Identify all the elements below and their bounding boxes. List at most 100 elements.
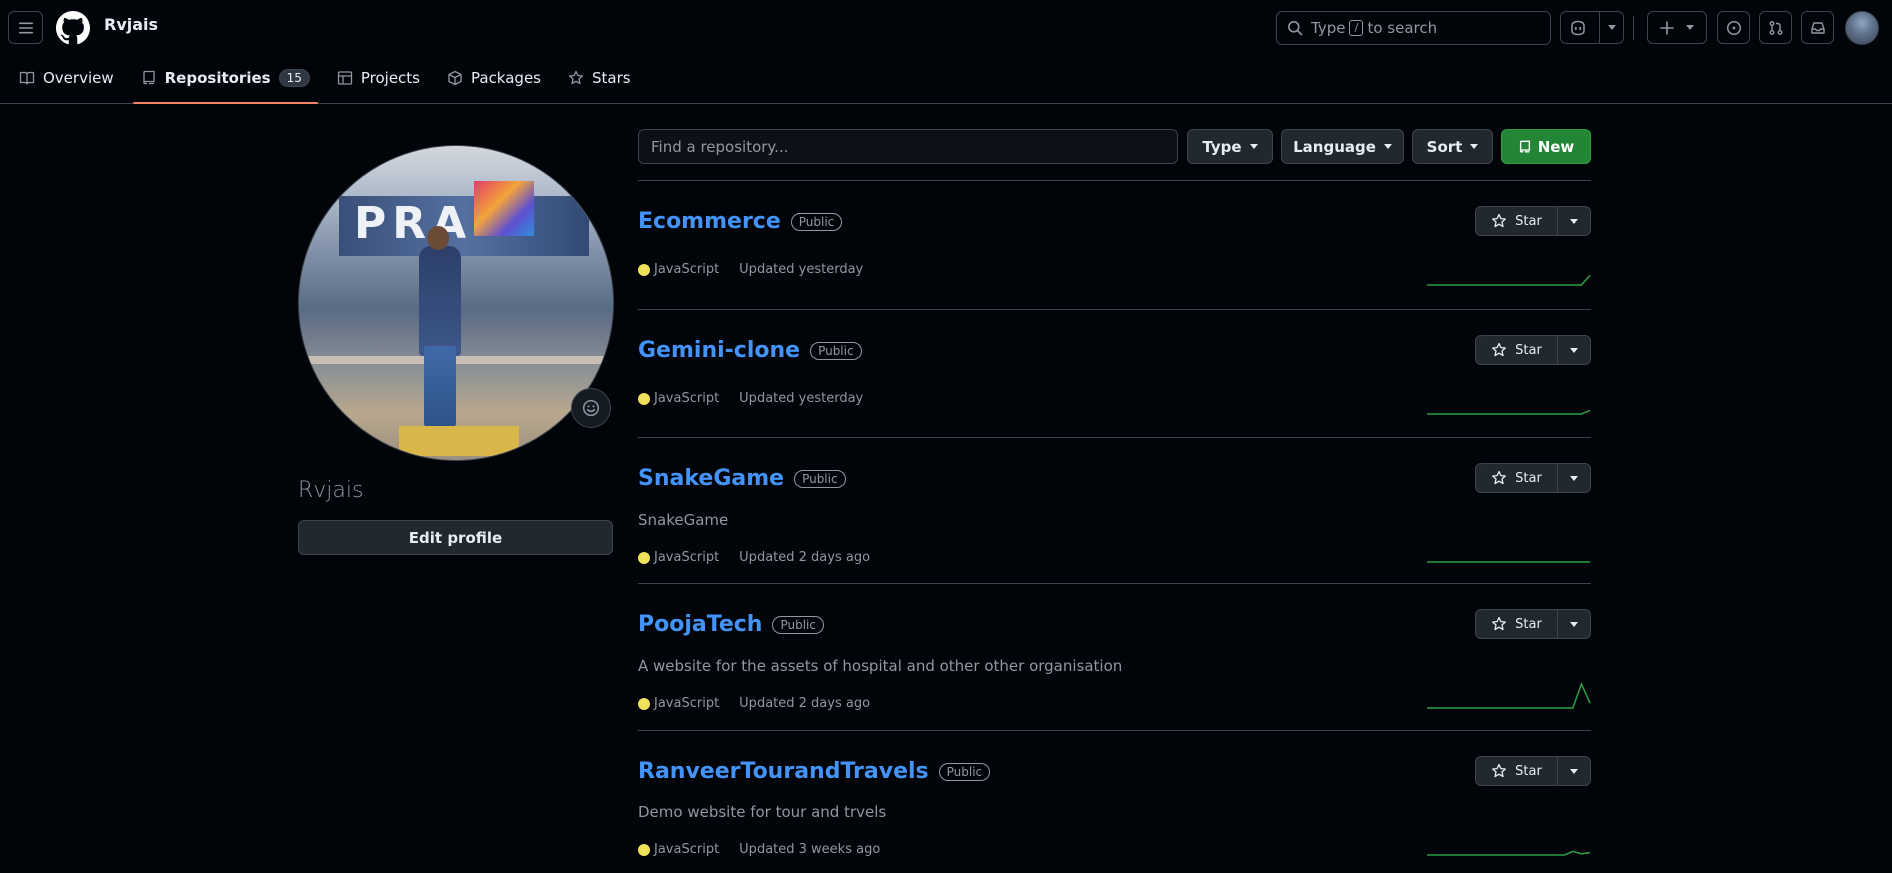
repo-name-link[interactable]: RanveerTourandTravels [638, 759, 929, 784]
star-button-group: Star [1475, 206, 1591, 236]
tab-label: Repositories [164, 69, 271, 87]
tab-repositories[interactable]: Repositories 15 [132, 62, 319, 104]
repo-meta: JavaScript Updated 2 days ago [638, 550, 870, 565]
star-button[interactable]: Star [1476, 464, 1558, 492]
set-status-button[interactable] [571, 388, 611, 428]
copilot-icon [1570, 20, 1585, 35]
star-button-group: Star [1475, 756, 1591, 786]
repo-icon [1519, 140, 1530, 153]
star-button[interactable]: Star [1476, 757, 1558, 785]
package-icon [448, 70, 462, 86]
type-filter-button[interactable]: Type [1187, 129, 1273, 164]
pull-requests-button[interactable] [1759, 11, 1792, 44]
type-filter-label: Type [1202, 137, 1242, 156]
app-header: Rvjais Type / to search Overview Reposit… [0, 0, 1892, 104]
table-icon [337, 71, 353, 85]
visibility-badge: Public [938, 762, 991, 781]
language-color-dot [638, 843, 650, 856]
repo-language: JavaScript [654, 696, 720, 711]
star-button-group: Star [1475, 463, 1591, 493]
star-icon [1492, 763, 1507, 778]
profile-name: Rvjais [298, 478, 364, 503]
language-filter-button[interactable]: Language [1281, 129, 1404, 164]
avatar-sign-text: PRA [354, 198, 473, 249]
repo-updated: Updated 3 weeks ago [739, 842, 881, 857]
search-icon [1288, 21, 1303, 36]
header-divider [1633, 16, 1634, 40]
header-username[interactable]: Rvjais [104, 15, 158, 34]
global-search-input[interactable]: Type / to search [1276, 11, 1551, 45]
issues-button[interactable] [1717, 11, 1750, 44]
tab-overview[interactable]: Overview [11, 62, 122, 94]
star-button[interactable]: Star [1476, 207, 1558, 235]
search-shortcut-key: / [1349, 20, 1364, 36]
star-list-dropdown[interactable] [1558, 464, 1590, 492]
repo-language: JavaScript [654, 391, 720, 406]
find-repository-input[interactable]: Find a repository... [638, 129, 1178, 164]
star-label: Star [1515, 616, 1542, 632]
tab-label: Stars [592, 69, 631, 87]
notifications-button[interactable] [1801, 11, 1834, 44]
tab-projects[interactable]: Projects [329, 62, 428, 94]
repo-filter-bar: Find a repository... Type Language Sort … [638, 129, 1591, 164]
star-button[interactable]: Star [1476, 610, 1558, 638]
github-logo-icon[interactable] [56, 11, 90, 45]
repo-list-item: Ecommerce Public JavaScript Updated yesterd… [638, 180, 1591, 309]
repo-list-item: Gemini-clone Public JavaScript Updated yest… [638, 309, 1591, 437]
repo-name-link[interactable]: PoojaTech [638, 612, 762, 637]
star-list-dropdown[interactable] [1558, 336, 1590, 364]
book-icon [19, 71, 35, 85]
menu-button[interactable] [8, 11, 43, 44]
star-list-dropdown[interactable] [1558, 610, 1590, 638]
star-list-dropdown[interactable] [1558, 757, 1590, 785]
visibility-badge: Public [790, 212, 843, 231]
star-icon [569, 70, 583, 85]
tab-label: Packages [471, 69, 541, 87]
repo-language: JavaScript [654, 262, 720, 277]
smiley-icon [582, 399, 600, 417]
chevron-down-icon [1570, 768, 1578, 774]
star-icon [1492, 342, 1507, 357]
issue-opened-icon [1726, 20, 1741, 35]
star-list-dropdown[interactable] [1558, 207, 1590, 235]
tab-packages[interactable]: Packages [439, 62, 549, 94]
copilot-button[interactable] [1560, 11, 1624, 44]
repo-meta: JavaScript Updated 2 days ago [638, 696, 870, 711]
repo-language: JavaScript [654, 550, 720, 565]
tab-stars[interactable]: Stars [560, 62, 639, 94]
repo-name-link[interactable]: Ecommerce [638, 209, 781, 234]
profile-tabs: Overview Repositories 15 Projects Packag… [0, 62, 639, 104]
new-button-label: New [1537, 137, 1575, 156]
create-new-button[interactable] [1647, 11, 1707, 44]
language-filter-label: Language [1293, 137, 1376, 156]
repo-title-row: Ecommerce Public [638, 209, 843, 234]
activity-sparkline [1427, 850, 1591, 856]
chevron-down-icon [1570, 347, 1578, 353]
star-button-group: Star [1475, 335, 1591, 365]
chevron-down-icon [1607, 25, 1616, 30]
chevron-down-icon [1249, 144, 1258, 149]
repo-updated: Updated yesterday [739, 391, 864, 406]
search-prefix: Type [1311, 19, 1346, 37]
hamburger-icon [18, 22, 33, 33]
star-button[interactable]: Star [1476, 336, 1558, 364]
plus-icon [1660, 20, 1674, 35]
repo-title-row: PoojaTech Public [638, 612, 824, 637]
repositories-count-badge: 15 [278, 69, 310, 87]
repo-title-row: Gemini-clone Public [638, 338, 862, 363]
new-repository-button[interactable]: New [1501, 129, 1591, 164]
language-color-dot [638, 551, 650, 564]
chevron-down-icon [1570, 218, 1578, 224]
profile-avatar[interactable]: PRA [298, 145, 614, 461]
repo-title-row: RanveerTourandTravels Public [638, 759, 991, 784]
sort-button[interactable]: Sort [1412, 129, 1493, 164]
repo-description: Demo website for tour and trvels [638, 803, 887, 821]
chevron-down-icon [1570, 621, 1578, 627]
edit-profile-button[interactable]: Edit profile [298, 520, 613, 555]
repo-name-link[interactable]: SnakeGame [638, 466, 784, 491]
user-avatar[interactable] [1845, 11, 1879, 45]
star-icon [1492, 616, 1507, 631]
repo-name-link[interactable]: Gemini-clone [638, 338, 800, 363]
star-icon [1492, 470, 1507, 485]
repo-meta: JavaScript Updated 3 weeks ago [638, 842, 880, 857]
